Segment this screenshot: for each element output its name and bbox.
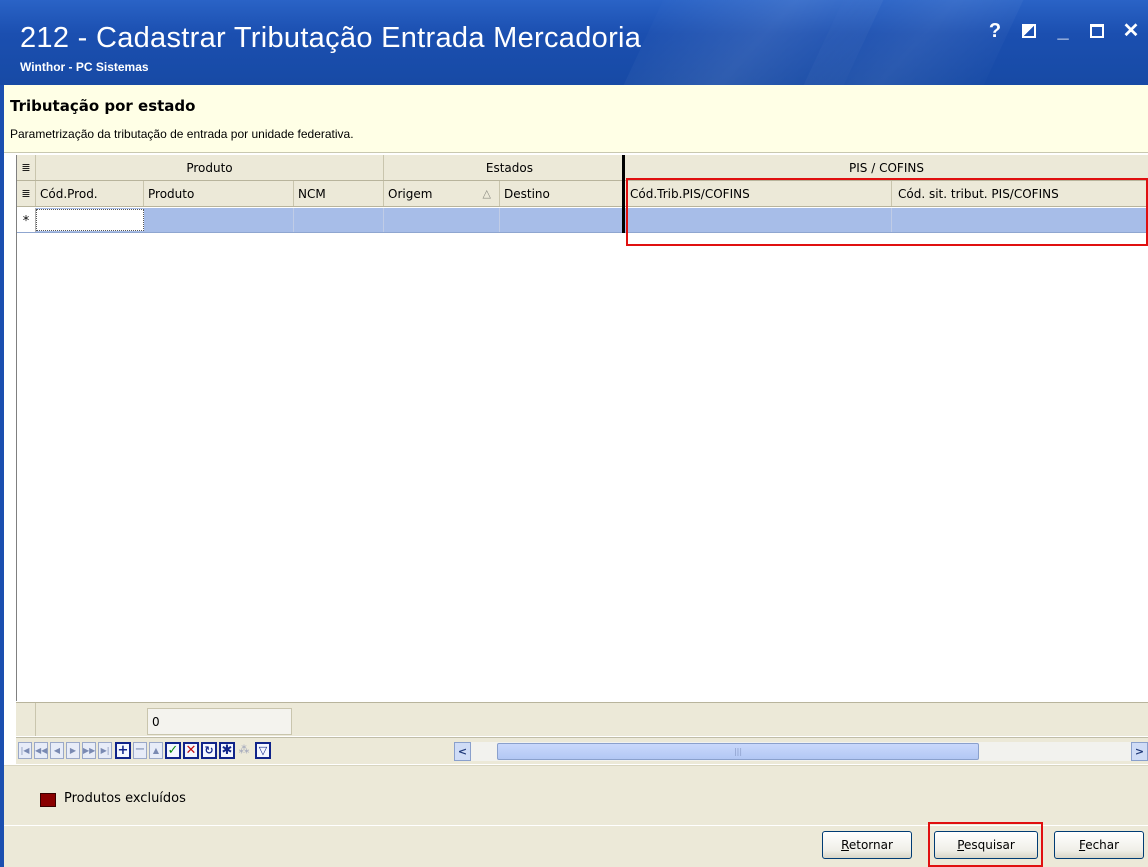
- column-origem[interactable]: Origem △: [384, 181, 500, 206]
- band-pis-cofins[interactable]: PIS / COFINS: [624, 155, 1148, 180]
- retornar-label: etornar: [848, 838, 893, 852]
- title-bar: 212 - Cadastrar Tributação Entrada Merca…: [0, 0, 1148, 85]
- window-title: 212 - Cadastrar Tributação Entrada Merca…: [20, 22, 642, 54]
- deleted-products-swatch: [40, 793, 56, 807]
- column-cod-prod[interactable]: Cód.Prod.: [36, 181, 144, 206]
- sort-ascending-icon: △: [482, 187, 491, 200]
- footer-indicator: [16, 703, 36, 736]
- record-count: 0: [147, 708, 292, 735]
- column-origem-label: Origem: [388, 186, 433, 201]
- help-button[interactable]: ?: [986, 20, 1004, 42]
- goto-bookmark-icon[interactable]: ⁂: [237, 742, 251, 759]
- fechar-button[interactable]: Fechar: [1054, 831, 1144, 859]
- retornar-accel: R: [841, 838, 849, 852]
- column-produto[interactable]: Produto: [144, 181, 294, 206]
- scroll-thumb[interactable]: |||: [497, 743, 979, 760]
- post-record-icon[interactable]: ✓: [165, 742, 181, 759]
- section-title: Tributação por estado: [10, 97, 196, 115]
- insert-record-icon[interactable]: +: [115, 742, 131, 759]
- column-ncm[interactable]: NCM: [294, 181, 384, 206]
- window-border: [0, 85, 4, 867]
- band-estados[interactable]: Estados: [384, 155, 624, 180]
- ncm-cell[interactable]: [294, 208, 384, 232]
- band-produto[interactable]: Produto: [36, 155, 384, 180]
- maximize-icon[interactable]: [1090, 24, 1104, 38]
- window-subtitle: Winthor - PC Sistemas: [20, 60, 149, 74]
- section-header: Tributação por estado Parametrização da …: [4, 85, 1148, 153]
- filter-icon[interactable]: ▽: [255, 742, 271, 759]
- edit-record-icon[interactable]: ▲: [149, 742, 163, 759]
- prev-page-icon[interactable]: ◀◀: [34, 742, 48, 759]
- next-record-icon[interactable]: ▶: [66, 742, 80, 759]
- produto-cell[interactable]: [144, 208, 294, 232]
- column-destino[interactable]: Destino: [500, 181, 624, 206]
- band-menu-icon[interactable]: ≣: [17, 155, 36, 180]
- scroll-right-icon[interactable]: >: [1131, 742, 1148, 761]
- new-row-indicator: *: [17, 208, 36, 232]
- cancel-edit-icon[interactable]: ✕: [183, 742, 199, 759]
- highlight-pis-cofins-columns: [626, 178, 1148, 246]
- cod-prod-edit-cell[interactable]: [36, 209, 144, 231]
- section-description: Parametrização da tributação de entrada …: [10, 127, 354, 141]
- deleted-products-label: Produtos excluídos: [64, 791, 186, 806]
- fechar-label: echar: [1085, 838, 1120, 852]
- legend-panel: Produtos excluídos: [4, 765, 1148, 825]
- minimize-button[interactable]: _: [1054, 20, 1072, 42]
- band-separator: [622, 155, 625, 233]
- delete-record-icon[interactable]: −: [133, 742, 147, 759]
- grid-navigator: |◀ ◀◀ ◀ ▶ ▶▶ ▶| + − ▲ ✓ ✕ ↻ ✱ ⁂ ▽ < ||| …: [16, 737, 1148, 764]
- bookmark-icon[interactable]: ✱: [219, 742, 235, 759]
- next-page-icon[interactable]: ▶▶: [82, 742, 96, 759]
- close-button[interactable]: ✕: [1122, 20, 1140, 42]
- window-controls: ? _ ✕: [986, 20, 1140, 42]
- highlight-pesquisar-button: [928, 822, 1043, 867]
- prev-record-icon[interactable]: ◀: [50, 742, 64, 759]
- grid-footer: 0: [16, 702, 1148, 736]
- scroll-left-icon[interactable]: <: [454, 742, 471, 761]
- origem-cell[interactable]: [384, 208, 500, 232]
- first-record-icon[interactable]: |◀: [18, 742, 32, 759]
- restore-icon[interactable]: [1022, 24, 1036, 38]
- retornar-button[interactable]: Retornar: [822, 831, 912, 859]
- refresh-icon[interactable]: ↻: [201, 742, 217, 759]
- column-menu-icon[interactable]: ≣: [17, 181, 36, 206]
- last-record-icon[interactable]: ▶|: [98, 742, 112, 759]
- destino-cell[interactable]: [500, 208, 624, 232]
- horizontal-scrollbar[interactable]: < ||| >: [454, 742, 1148, 761]
